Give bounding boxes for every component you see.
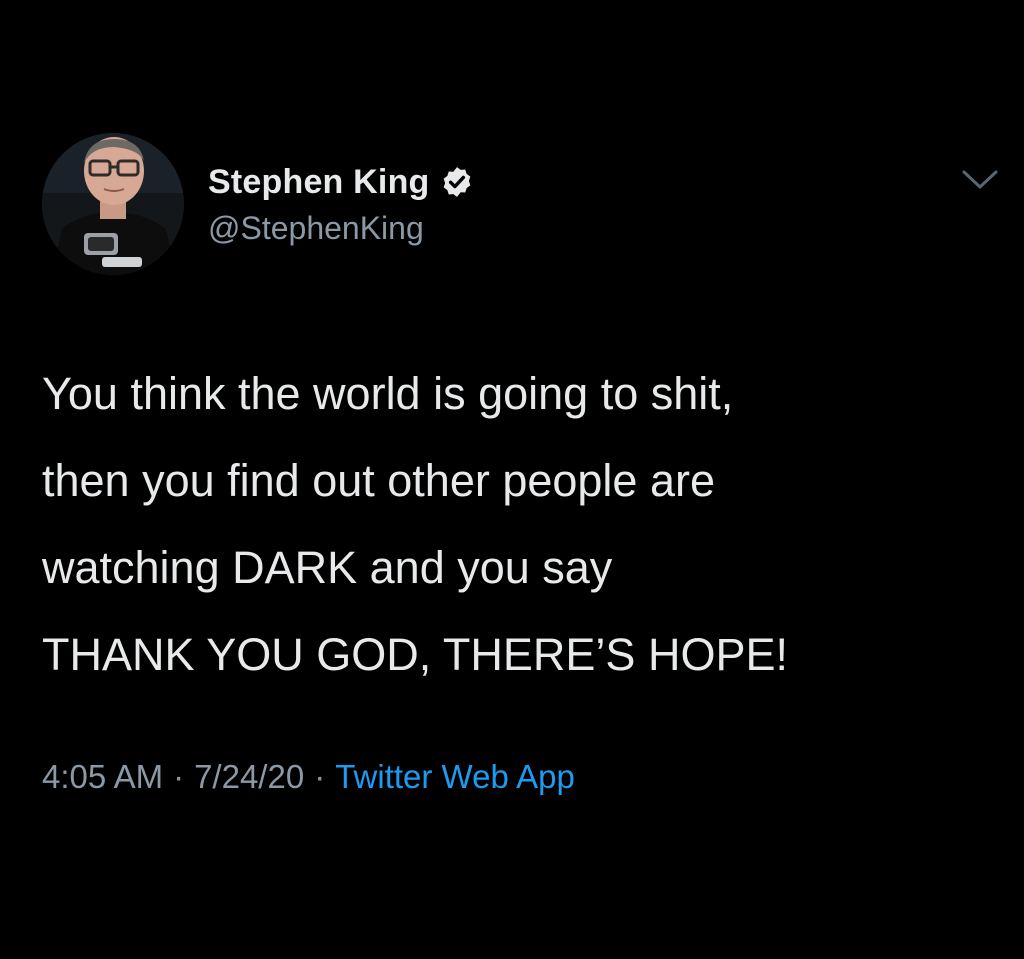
tweet-text-line: then you find out other people are <box>42 455 716 506</box>
chevron-down-icon[interactable] <box>960 166 1000 192</box>
tweet-card: Stephen King @StephenKing You think the … <box>0 0 1024 959</box>
avatar[interactable] <box>42 133 184 275</box>
tweet-text-line: THANK YOU GOD, THERE’S HOPE! <box>42 629 788 680</box>
tweet-date[interactable]: 7/24/20 <box>194 758 304 795</box>
tweet-metadata: 4:05 AM · 7/24/20 · Twitter Web App <box>42 755 575 799</box>
tweet-source-link[interactable]: Twitter Web App <box>335 758 575 795</box>
tweet-time[interactable]: 4:05 AM <box>42 758 163 795</box>
tweet-text-line: You think the world is going to shit, <box>42 368 734 419</box>
author-name-row: Stephen King <box>208 160 474 204</box>
meta-separator: · <box>314 758 326 795</box>
author-handle[interactable]: @StephenKing <box>208 210 424 247</box>
profile-photo <box>42 133 184 275</box>
tweet-text: You think the world is going to shit, th… <box>42 350 1002 698</box>
verified-badge-icon <box>440 165 474 199</box>
author-display-name[interactable]: Stephen King <box>208 163 430 202</box>
meta-separator: · <box>173 758 185 795</box>
tweet-text-line: watching DARK and you say <box>42 542 613 593</box>
